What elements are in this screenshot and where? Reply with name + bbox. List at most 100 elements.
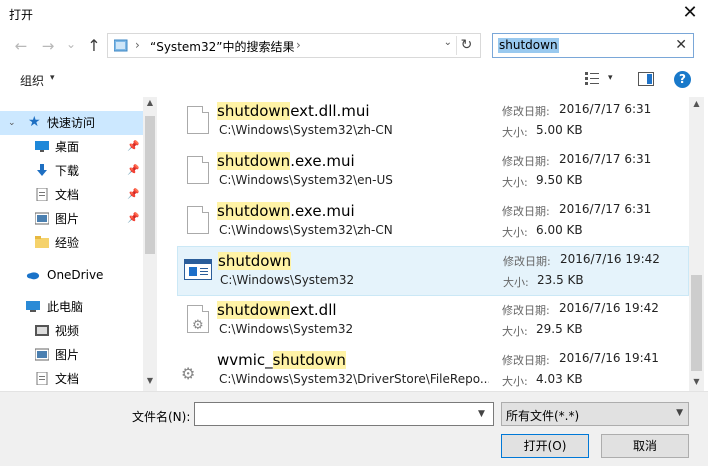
sidebar-item-jingyan[interactable]: 经验 <box>0 231 143 255</box>
document-icon <box>187 206 209 234</box>
file-name: shutdown <box>218 251 292 271</box>
file-name: wvmic_shutdown <box>217 351 346 369</box>
address-dropdown-icon[interactable]: ⌄ <box>444 37 452 48</box>
sidebar-item-label: 文档 <box>55 372 80 386</box>
size-label: 大小: <box>503 276 529 289</box>
chevron-down-icon[interactable]: ▾ <box>608 73 613 83</box>
computer-icon <box>26 301 40 312</box>
sidebar-item-documents[interactable]: 文档 📌 <box>0 183 143 207</box>
search-highlight: shutdown <box>217 152 291 170</box>
file-size: 23.5 KB <box>537 273 584 287</box>
modified-label: 修改日期: <box>502 205 550 218</box>
list-item[interactable]: ⚙ wvmic_shutdown C:\Windows\System32\Dri… <box>177 346 689 391</box>
modified-date: 2016/7/17 6:31 <box>559 152 652 166</box>
desktop-icon <box>35 141 49 152</box>
document-icon <box>36 372 48 385</box>
breadcrumb-separator[interactable]: › <box>296 38 301 52</box>
application-icon <box>184 259 212 280</box>
size-label: 大小: <box>502 126 528 139</box>
navigation-pane: ⌄ ★ 快速访问 桌面 📌 下载 📌 文档 📌 图片 📌 经验 OneDrive… <box>0 97 157 391</box>
document-icon <box>187 156 209 184</box>
pin-icon: 📌 <box>127 189 140 200</box>
chevron-down-icon[interactable]: ▼ <box>478 409 485 419</box>
sidebar-item-label: 桌面 <box>55 140 80 154</box>
sidebar-item-label: 此电脑 <box>47 300 84 314</box>
search-highlight: shutdown <box>272 351 346 369</box>
organize-menu-button[interactable]: 组织 <box>20 72 44 89</box>
scroll-up-icon[interactable]: ▲ <box>143 98 157 107</box>
sidebar-item-pc-pictures[interactable]: 图片 <box>0 343 143 367</box>
chevron-down-icon[interactable]: ▾ <box>50 73 55 83</box>
sidebar-item-downloads[interactable]: 下载 📌 <box>0 159 143 183</box>
pin-icon: 📌 <box>127 141 140 152</box>
file-type-select[interactable]: 所有文件(*.*) ▼ <box>501 402 689 426</box>
file-size: 6.00 KB <box>536 223 583 237</box>
size-label: 大小: <box>502 226 528 239</box>
file-size: 5.00 KB <box>536 123 583 137</box>
sidebar-item-label: 视频 <box>55 324 80 338</box>
chevron-down-icon[interactable]: ▼ <box>676 408 683 418</box>
file-size: 29.5 KB <box>536 322 583 336</box>
search-input[interactable]: shutdown <box>498 38 559 53</box>
search-highlight: shutdown <box>217 202 291 220</box>
modified-date: 2016/7/16 19:42 <box>559 301 659 315</box>
scrollbar-thumb[interactable] <box>691 275 702 371</box>
modified-label: 修改日期: <box>502 354 550 367</box>
view-options-icon[interactable] <box>584 71 600 87</box>
cancel-button[interactable]: 取消 <box>601 434 689 458</box>
modified-date: 2016/7/17 6:31 <box>559 202 652 216</box>
modified-date: 2016/7/16 19:42 <box>560 252 660 266</box>
forward-arrow-icon[interactable]: → <box>37 35 59 57</box>
help-icon[interactable]: ? <box>674 71 691 88</box>
search-box[interactable]: shutdown ✕ <box>492 33 694 58</box>
clear-search-icon[interactable]: ✕ <box>675 37 687 53</box>
open-button[interactable]: 打开(O) <box>501 434 589 458</box>
filename-field[interactable] <box>194 402 494 426</box>
address-bar[interactable]: › “System32”中的搜索结果 › ⌄ ↻ <box>107 33 481 58</box>
list-item[interactable]: shutdown.exe.mui C:\Windows\System32\en-… <box>177 147 689 197</box>
breadcrumb[interactable]: “System32”中的搜索结果 <box>150 38 294 55</box>
scroll-up-icon[interactable]: ▲ <box>689 99 704 108</box>
scroll-down-icon[interactable]: ▼ <box>143 376 157 385</box>
list-item[interactable]: ⚙ shutdownext.dll C:\Windows\System32 修改… <box>177 296 689 346</box>
preview-pane-icon[interactable] <box>638 72 654 86</box>
scrollbar-thumb[interactable] <box>145 116 155 254</box>
pin-icon: 📌 <box>127 213 140 224</box>
folder-icon <box>35 236 49 248</box>
scroll-down-icon[interactable]: ▼ <box>689 377 704 386</box>
file-name: shutdown.exe.mui <box>217 152 355 170</box>
list-item[interactable]: shutdown.exe.mui C:\Windows\System32\zh-… <box>177 197 689 247</box>
file-name: shutdownext.dll.mui <box>217 102 370 120</box>
close-icon[interactable]: ✕ <box>680 2 700 24</box>
recent-locations-dropdown-icon[interactable]: ⌄ <box>60 33 82 55</box>
list-item-selected[interactable]: shutdown C:\Windows\System32 修改日期: 2016/… <box>177 246 689 296</box>
modified-label: 修改日期: <box>502 155 550 168</box>
sidebar-item-label: 快速访问 <box>47 116 96 130</box>
dll-file-icon: ⚙ <box>187 305 209 333</box>
document-icon <box>36 188 48 201</box>
up-arrow-icon[interactable]: ↑ <box>83 35 105 57</box>
sidebar-item-this-pc[interactable]: 此电脑 <box>0 295 143 319</box>
sidebar-item-desktop[interactable]: 桌面 📌 <box>0 135 143 159</box>
back-arrow-icon[interactable]: ← <box>10 35 32 57</box>
size-label: 大小: <box>502 325 528 338</box>
sidebar-item-videos[interactable]: 视频 <box>0 319 143 343</box>
search-highlight: shutdown <box>218 252 292 270</box>
chevron-down-icon[interactable]: ⌄ <box>8 111 16 135</box>
list-item[interactable]: shutdownext.dll.mui C:\Windows\System32\… <box>177 97 689 147</box>
sidebar-item-pictures[interactable]: 图片 📌 <box>0 207 143 231</box>
dialog-footer: 文件名(N): ▼ 所有文件(*.*) ▼ 打开(O) 取消 <box>0 391 708 466</box>
modified-date: 2016/7/17 6:31 <box>559 102 652 116</box>
sidebar-item-onedrive[interactable]: OneDrive <box>0 263 143 287</box>
filename-label: 文件名(N): <box>132 410 191 424</box>
refresh-icon[interactable]: ↻ <box>456 36 476 55</box>
sidebar-item-pc-documents[interactable]: 文档 <box>0 367 143 391</box>
search-highlight: shutdown <box>217 102 291 120</box>
sidebar-item-label: 文档 <box>55 188 80 202</box>
video-icon <box>35 325 49 336</box>
sidebar-item-quick-access[interactable]: ⌄ ★ 快速访问 <box>0 111 143 135</box>
file-path: C:\Windows\System32 <box>219 322 354 336</box>
size-label: 大小: <box>502 176 528 189</box>
picture-icon <box>35 212 49 225</box>
file-name: shutdown.exe.mui <box>217 202 355 220</box>
